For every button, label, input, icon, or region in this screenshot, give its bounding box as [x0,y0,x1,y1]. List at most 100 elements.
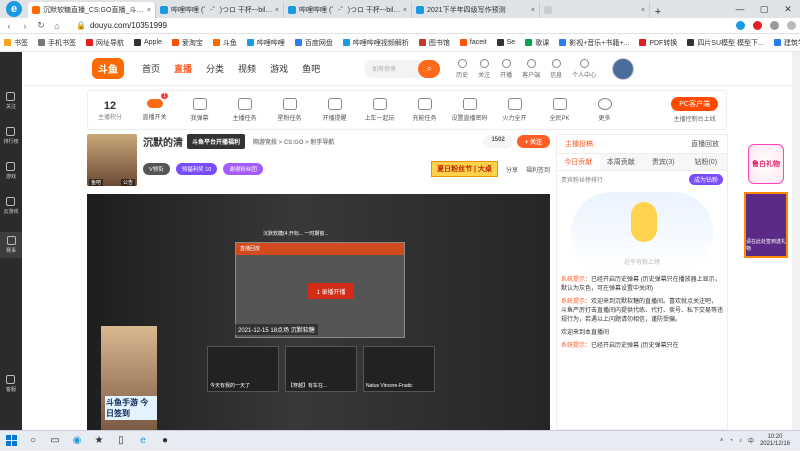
chevron-up-icon[interactable]: ˄ [720,438,724,444]
tool-password[interactable]: 设置直播密码 [447,98,492,122]
fans-pill[interactable]: 领福利奖 10 [175,163,218,175]
nav-home[interactable]: 首页 [142,62,160,75]
task-view-icon[interactable]: ▭ [44,431,66,451]
tool-fan-tasks[interactable]: 星粉任务 [267,98,312,122]
sidebar-item-cloud-games[interactable]: 云游戏 [3,197,19,215]
wifi-icon[interactable]: ◔ [729,438,733,444]
tab-replay[interactable]: 直播回放 [691,139,719,149]
play-button[interactable]: 1 录播开播 [308,283,354,299]
tab-vip[interactable]: 贵宾(3) [642,154,685,170]
tool-carpool[interactable]: 上车一起玩 [357,98,402,122]
nav-fishbar[interactable]: 鱼吧 [302,62,320,75]
bookmark-item[interactable]: 百度网盘 [294,38,333,48]
broadcast-button[interactable]: 开播 [500,58,512,79]
browser-tab-2[interactable]: 哔哩哔哩 (゜-゜)つロ 干杯~-bilibili × [284,2,412,18]
promo-banner[interactable]: 夏日粉丝节 | 大桌 [431,161,498,177]
close-tab-icon[interactable]: × [147,7,151,14]
browser-tab-4[interactable]: × [540,2,650,18]
browser-tab-0[interactable]: 沉默软糖直播_CS:GO直播_斗鱼直 × [28,2,156,18]
become-diamond-button[interactable]: 成为钻粉 [688,174,723,185]
new-tab-button[interactable]: + [650,6,666,18]
browser-logo-icon[interactable]: e [0,0,28,18]
sidebar-item-follow[interactable]: 关注 [6,92,16,110]
douyu-logo[interactable]: 斗鱼 [92,58,124,79]
history-button[interactable]: 历史 [456,58,468,79]
search-icon[interactable]: ⌕ [418,59,441,78]
bookmark-item[interactable]: 哔哩哔哩视频解析 [342,38,409,48]
sidebar-item-ranking[interactable]: 排行榜 [3,127,19,145]
obs-icon[interactable]: ● [154,431,176,451]
sidebar-item-service[interactable]: 客服 [6,375,16,393]
close-tab-icon[interactable]: × [403,7,407,14]
thumb-item[interactable]: 【穿越】有车在... [285,346,357,392]
volume-icon[interactable]: ♪ [739,438,742,444]
tab-anchor-posts[interactable]: 主播投稿 [565,139,593,149]
avatar[interactable] [612,57,635,80]
menu-icon[interactable] [787,21,796,30]
follow-button[interactable]: + 关注 [516,135,550,148]
bookmark-item[interactable]: 建筑学长——千万... [773,38,800,48]
bookmark-item[interactable]: Apple [134,39,162,46]
nav-video[interactable]: 视频 [238,62,256,75]
thumb-item[interactable]: Natus Vincere-Fnatic [363,346,435,392]
bookmark-item[interactable]: PDF转换 [639,38,677,48]
messages-button[interactable]: 信息 [550,58,562,79]
level-pill[interactable]: V领衔 [143,163,170,175]
tool-danmaku[interactable]: 我弹幕 [177,98,222,122]
browser-tab-3[interactable]: 2021下半年四级写作预测 × [412,2,540,18]
nav-live[interactable]: 直播 [174,62,192,75]
video-player[interactable]: 沉默软糖(4.开标... 一时期窗... 直播回放 1 录播开播 2021-12… [87,194,550,430]
bookmark-item[interactable]: 手机书签 [38,38,76,48]
tab-diamond[interactable]: 钻粉(0) [685,154,728,170]
checkin-button[interactable]: 福利签到 [526,165,550,174]
browser-tab-1[interactable]: 哔哩哔哩 (゜-゜)つロ 干杯~-bilibili × [156,2,284,18]
pc-client-button[interactable]: PC客户端 [671,97,718,111]
sidebar-item-games[interactable]: 游戏 [6,162,16,180]
thumb-item[interactable]: 今天有我的一天了 [207,346,279,392]
tool-reminder[interactable]: 开播提醒 [312,98,357,122]
forward-icon[interactable]: › [20,21,30,31]
bookmark-item[interactable]: Se [496,39,515,46]
tool-tasks[interactable]: 主播任务 [222,98,267,122]
store-icon[interactable]: ★ [88,431,110,451]
bookmark-item[interactable]: 爱淘宝 [171,38,203,48]
bookmark-item[interactable]: 网址导航 [86,38,124,48]
client-button[interactable]: 客户端 [522,58,540,79]
tool-more[interactable]: 更多 [582,98,627,122]
tool-charge[interactable]: 充能任务 [402,98,447,122]
tool-firepower[interactable]: 火力全开 [492,98,537,122]
close-tab-icon[interactable]: × [531,7,535,14]
url-input[interactable]: 🔒 douyu.com/10351999 [76,21,636,30]
share-button[interactable]: 分享 [506,165,518,174]
bookmark-item[interactable]: 书签 [4,38,28,48]
download-icon[interactable] [770,21,779,30]
tab-week[interactable]: 本周贡献 [600,154,643,170]
gift-ad[interactable]: 鲁白礼物 [748,144,784,184]
bookmark-item[interactable]: 哔哩哔哩 [246,38,285,48]
home-icon[interactable]: ⌂ [52,21,62,31]
game-ad[interactable]: 斗鱼手游 今日签到 [101,326,157,430]
checkin-ad[interactable]: 请在此处签到送礼物 [744,192,788,258]
browser-taskbar-icon[interactable]: e [132,431,154,451]
sidebar-item-esports[interactable]: 赛事 [0,232,22,258]
steam-icon[interactable]: ◉ [66,431,88,451]
streamer-avatar[interactable]: 鱼吧 公告 [87,134,137,186]
page-scrollbar[interactable] [792,52,800,430]
close-tab-icon[interactable]: × [275,7,279,14]
start-button[interactable] [0,431,22,451]
bookmark-item[interactable]: 歌课 [525,38,549,48]
breadcrumb[interactable]: 网游竞技 > CS:GO > 射手导航 [253,137,334,146]
tool-pk[interactable]: 全民PK [537,98,582,122]
search-icon[interactable]: ○ [22,431,44,451]
close-tab-icon[interactable]: × [641,7,645,14]
nav-category[interactable]: 分类 [206,62,224,75]
ime-icon[interactable]: 中 [748,436,754,445]
bookmark-item[interactable]: 斗鱼 [212,38,237,48]
clock[interactable]: 10:20 2021/12/16 [760,434,790,448]
profile-button[interactable]: 个人中心 [572,58,596,79]
bookmark-item[interactable]: 四片SU模型 模型下... [687,38,764,48]
maximize-icon[interactable]: ▢ [752,0,776,18]
tab-today[interactable]: 今日贡献 [557,154,600,170]
extension-icon[interactable] [753,21,762,30]
close-window-icon[interactable]: ✕ [776,0,800,18]
